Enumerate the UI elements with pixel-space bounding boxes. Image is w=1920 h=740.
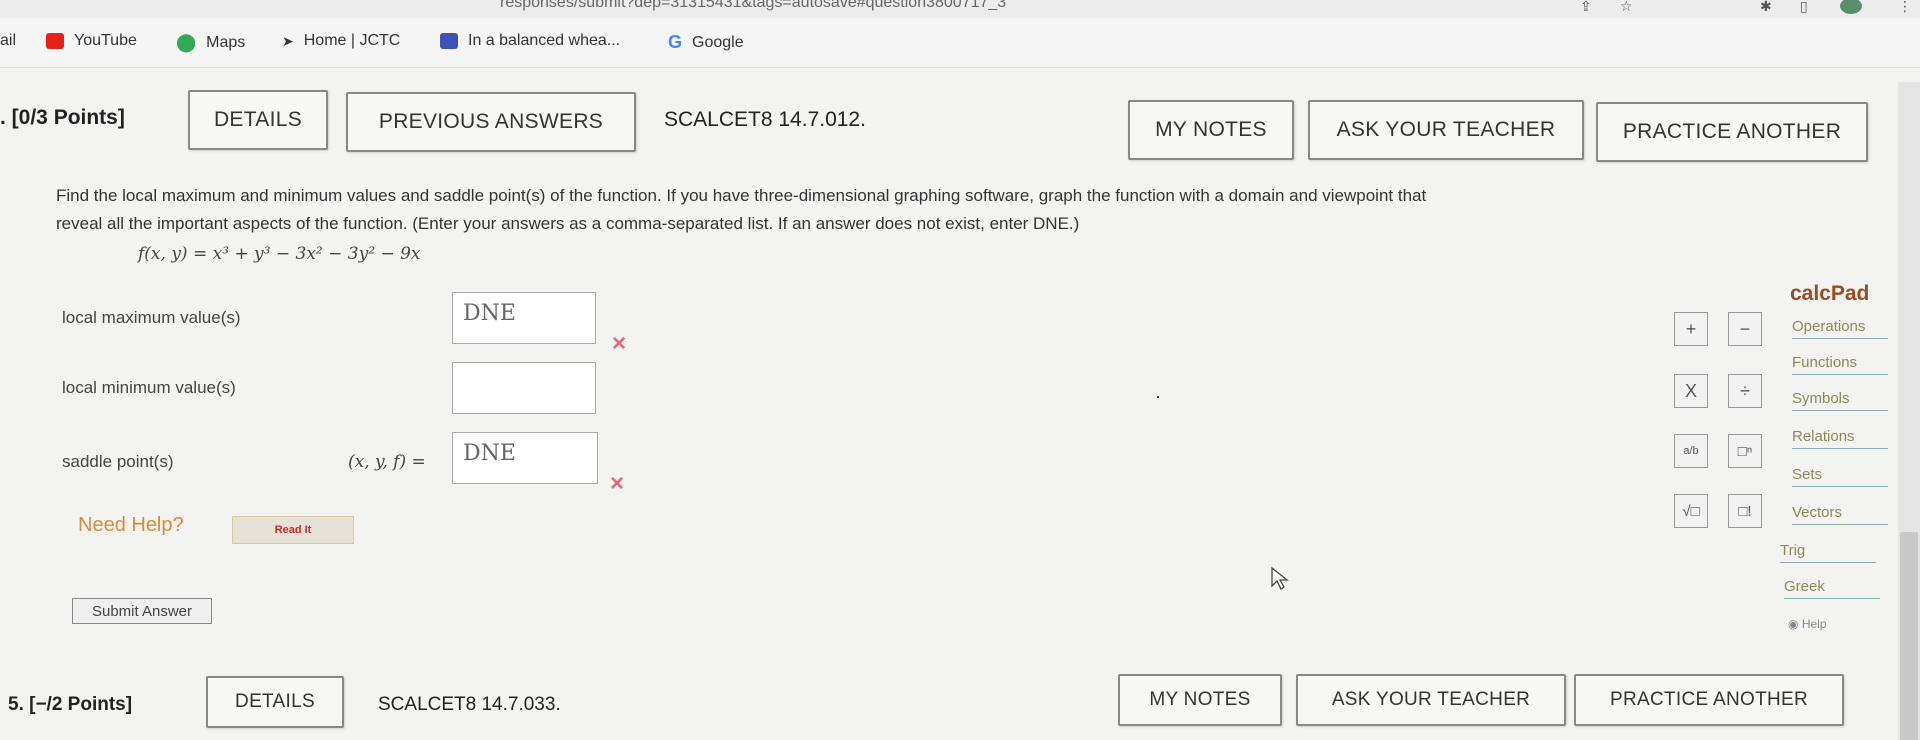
next-ask-teacher-button[interactable]: ASK YOUR TEACHER (1296, 674, 1566, 726)
read-it-button[interactable]: Read It (232, 516, 354, 544)
extension-icon[interactable]: ✱ (1760, 0, 1772, 15)
bookmark-label: Home | JCTC (303, 32, 401, 49)
star-icon[interactable]: ☆ (1620, 0, 1633, 15)
calcpad-sets[interactable]: Sets (1792, 466, 1888, 487)
bookmark-google[interactable]: G Google (668, 32, 744, 53)
factorial-button[interactable]: □! (1728, 494, 1762, 528)
multiply-button[interactable]: X (1674, 374, 1708, 408)
calcpad-help-label: Help (1801, 617, 1827, 631)
page-scrollbar[interactable] (1898, 82, 1920, 740)
calcpad-help[interactable]: ◉ Help (1788, 617, 1827, 631)
local-min-label: local minimum value(s) (62, 378, 236, 397)
problem-statement: Find the local maximum and minimum value… (56, 182, 1856, 238)
question-header: . [0/3 Points] DETAILS PREVIOUS ANSWERS … (0, 86, 1920, 162)
submit-answer-button[interactable]: Submit Answer (72, 598, 212, 624)
calcpad-vectors[interactable]: Vectors (1792, 504, 1888, 525)
exponent-button[interactable]: □ⁿ (1728, 434, 1762, 468)
sqrt-button[interactable]: √□ (1674, 494, 1708, 528)
divide-button[interactable]: ÷ (1728, 374, 1762, 408)
bookmark-maps[interactable]: ⬤ Maps (176, 32, 245, 53)
profile-avatar-icon[interactable] (1840, 0, 1862, 14)
saddle-point-prefix: (x, y, f) = (348, 452, 426, 472)
scrollbar-thumb[interactable] (1900, 532, 1918, 740)
calcpad-title: calcPad (1790, 282, 1870, 305)
fraction-button[interactable]: a/b (1674, 434, 1708, 468)
bookmark-label: YouTube (74, 32, 137, 49)
practice-another-button[interactable]: PRACTICE ANOTHER (1596, 102, 1868, 162)
next-question-points: 5. [−/2 Points] (8, 694, 133, 715)
bookmark-balanced-wheat[interactable]: In a balanced whea... (440, 32, 620, 50)
bookmark-label: Google (692, 33, 744, 51)
menu-dots-icon[interactable]: ⋮ (1898, 0, 1912, 15)
text-cursor-dot (1157, 396, 1159, 398)
calcpad-trig[interactable]: Trig (1780, 542, 1876, 563)
next-my-notes-button[interactable]: MY NOTES (1118, 674, 1282, 726)
bookmark-youtube[interactable]: YouTube (46, 32, 137, 50)
calcpad-functions[interactable]: Functions (1792, 354, 1888, 375)
next-practice-another-button[interactable]: PRACTICE ANOTHER (1574, 674, 1844, 726)
next-details-button[interactable]: DETAILS (206, 676, 344, 728)
function-formula: f(x, y) = x³ + y³ − 3x² − 3y² − 9x (138, 244, 421, 264)
share-icon[interactable]: ⇪ (1580, 0, 1592, 15)
google-icon: G (668, 32, 683, 52)
local-max-label: local maximum value(s) (62, 308, 241, 327)
plus-button[interactable]: + (1674, 312, 1708, 346)
incorrect-icon: × (610, 470, 625, 497)
bookmark-mail[interactable]: ail (0, 32, 16, 50)
saddle-point-label: saddle point(s) (62, 452, 174, 471)
bookmark-app-icon (440, 33, 458, 49)
calcpad-greek[interactable]: Greek (1784, 578, 1880, 599)
details-button[interactable]: DETAILS (188, 90, 328, 150)
question-id: SCALCET8 14.7.012. (664, 108, 866, 131)
bookmark-label: ail (0, 32, 17, 49)
window-icon[interactable]: ▯ (1800, 0, 1808, 15)
problem-text-line: Find the local maximum and minimum value… (56, 186, 1427, 205)
jctc-icon: ➤ (282, 32, 294, 49)
saddle-point-input[interactable]: DNE (452, 432, 598, 484)
bookmarks-bar: ail YouTube ⬤ Maps ➤ Home | JCTC In a ba… (0, 18, 1920, 68)
maps-pin-icon: ⬤ (176, 32, 197, 52)
need-help-label: Need Help? (78, 514, 184, 536)
local-max-input[interactable]: DNE (452, 292, 596, 344)
next-question-id: SCALCET8 14.7.033. (378, 694, 561, 715)
url-text[interactable]: responses/submit?dep=31315431&tags=autos… (500, 0, 1006, 12)
address-bar[interactable]: responses/submit?dep=31315431&tags=autos… (0, 0, 1920, 18)
calcpad-symbols[interactable]: Symbols (1792, 390, 1888, 411)
previous-answers-button[interactable]: PREVIOUS ANSWERS (346, 92, 636, 152)
calcpad-operations[interactable]: Operations (1792, 318, 1888, 339)
incorrect-icon: × (612, 330, 627, 357)
question-points: . [0/3 Points] (0, 106, 125, 129)
help-icon: ◉ (1788, 617, 1799, 631)
my-notes-button[interactable]: MY NOTES (1128, 100, 1294, 160)
calcpad-relations[interactable]: Relations (1792, 428, 1888, 449)
bookmark-label: In a balanced whea... (468, 32, 621, 49)
bookmark-home-jctc[interactable]: ➤ Home | JCTC (282, 32, 400, 50)
local-min-input[interactable] (452, 362, 596, 414)
minus-button[interactable]: − (1728, 312, 1762, 346)
mouse-pointer-icon (1271, 566, 1289, 590)
youtube-icon (46, 33, 64, 49)
bookmark-label: Maps (206, 33, 246, 51)
ask-teacher-button[interactable]: ASK YOUR TEACHER (1308, 100, 1584, 160)
problem-text-line: reveal all the important aspects of the … (56, 214, 1080, 233)
